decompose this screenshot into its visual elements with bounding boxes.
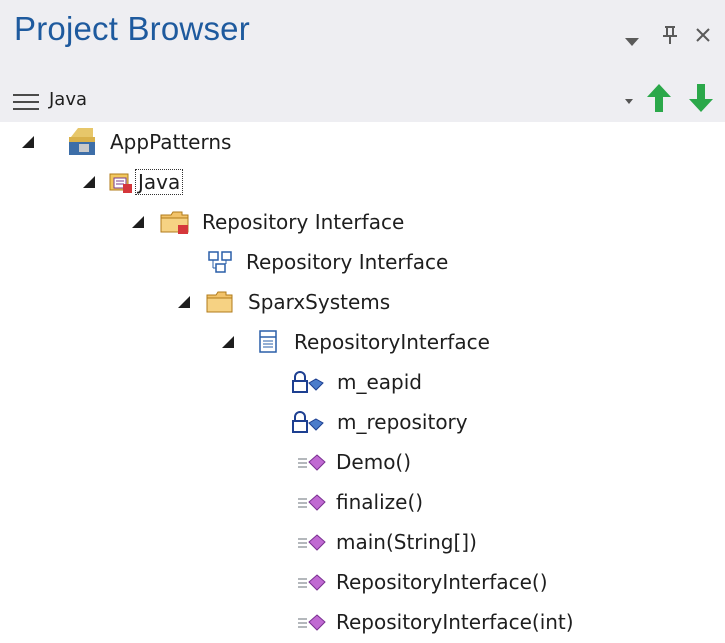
tree-item-label: SparxSystems [248, 290, 391, 314]
package-java-icon [109, 170, 133, 194]
pin-icon[interactable] [662, 24, 678, 51]
tree-item-m-eapid[interactable]: m_eapid [291, 362, 422, 402]
tree-item-label: Java [135, 169, 184, 195]
tree-item-repositoryinterface-class[interactable]: RepositoryInterface [222, 322, 490, 362]
operation-icon [295, 610, 327, 634]
operation-icon [295, 490, 327, 514]
tree-item-main[interactable]: main(String[]) [295, 522, 477, 562]
tree-item-java[interactable]: Java [83, 162, 184, 202]
tree-item-label: RepositoryInterface(int) [336, 610, 574, 634]
panel-title: Project Browser [14, 10, 250, 47]
model-root-icon [66, 125, 100, 159]
tree-item-repository-interface-package[interactable]: Repository Interface [132, 202, 404, 242]
panel-header: Project Browser [0, 0, 725, 80]
arrow-up-icon [647, 84, 671, 112]
tree-item-apppatterns[interactable]: AppPatterns [22, 122, 231, 162]
move-up-button[interactable] [645, 82, 673, 114]
class-icon [258, 330, 280, 354]
tree-item-label: Demo() [336, 450, 412, 474]
tree-item-label: finalize() [336, 490, 424, 514]
tree-item-label: Repository Interface [246, 250, 449, 274]
tree-item-label: Repository Interface [202, 210, 405, 234]
tree-item-label: m_repository [337, 410, 468, 434]
close-icon[interactable] [694, 26, 712, 49]
tree-item-sparxsystems[interactable]: SparxSystems [178, 282, 390, 322]
browser-toolbar: Java [0, 80, 725, 122]
collapse-triangle-icon[interactable] [222, 336, 234, 348]
collapse-triangle-icon[interactable] [22, 136, 34, 148]
private-attribute-icon [291, 370, 327, 394]
project-tree: AppPatterns Java Repository Interface Re… [0, 122, 725, 643]
current-package-label: Java [49, 89, 88, 110]
tree-item-label: RepositoryInterface [294, 330, 490, 354]
collapse-triangle-icon[interactable] [178, 296, 190, 308]
tree-item-label: m_eapid [337, 370, 422, 394]
move-down-button[interactable] [687, 82, 715, 114]
operation-icon [295, 450, 327, 474]
tree-item-label: main(String[]) [336, 530, 477, 554]
tree-item-finalize[interactable]: finalize() [295, 482, 423, 522]
tree-item-repositoryinterface-ctor[interactable]: RepositoryInterface() [295, 562, 548, 602]
operation-icon [295, 530, 327, 554]
tree-item-label: AppPatterns [110, 130, 232, 154]
collapse-triangle-icon[interactable] [132, 216, 144, 228]
operation-icon [295, 570, 327, 594]
package-folder-icon [160, 209, 190, 235]
tree-item-m-repository[interactable]: m_repository [291, 402, 468, 442]
tree-item-repositoryinterface-ctor-int[interactable]: RepositoryInterface(int) [295, 602, 574, 642]
arrow-down-icon [689, 84, 713, 112]
package-dropdown-icon[interactable] [625, 95, 633, 108]
folder-icon [206, 290, 234, 314]
class-diagram-icon [208, 250, 234, 274]
tree-item-repository-interface-diagram[interactable]: Repository Interface [208, 242, 448, 282]
dropdown-icon[interactable] [625, 30, 639, 52]
private-attribute-icon [291, 410, 327, 434]
collapse-triangle-icon[interactable] [83, 176, 95, 188]
tree-item-label: RepositoryInterface() [336, 570, 548, 594]
hamburger-menu-icon[interactable] [13, 94, 39, 110]
tree-item-demo[interactable]: Demo() [295, 442, 411, 482]
